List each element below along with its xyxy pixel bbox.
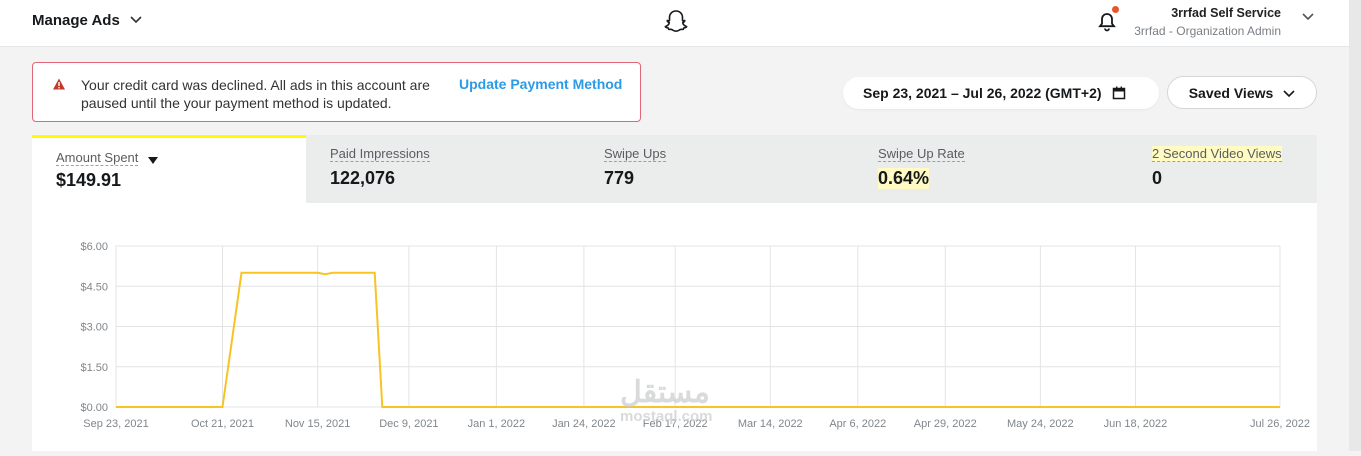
bell-icon[interactable]: [1097, 6, 1119, 33]
y-tick-label: $1.50: [80, 362, 108, 374]
chevron-down-icon: [130, 15, 142, 27]
calendar-icon: [1112, 86, 1126, 100]
x-tick-label: Jun 18, 2022: [1104, 418, 1168, 430]
x-tick-label: Sep 23, 2021: [83, 418, 148, 430]
metric-value: 779: [604, 168, 635, 188]
alert-message: Your credit card was declined. All ads i…: [81, 77, 430, 111]
tab-swipe-ups[interactable]: Swipe Ups 779: [580, 135, 854, 203]
tab-swipe-up-rate[interactable]: Swipe Up Rate 0.64%: [854, 135, 1128, 203]
user-role: 3rrfad - Organization Admin: [1134, 24, 1281, 38]
warning-icon: [52, 77, 66, 91]
saved-views-label: Saved Views: [1188, 84, 1274, 101]
scrollbar[interactable]: [1349, 0, 1361, 451]
snapchat-ghost-icon[interactable]: [662, 8, 690, 36]
metric-label: Amount Spent: [56, 150, 139, 166]
x-tick-label: Jul 26, 2022: [1250, 418, 1310, 430]
x-tick-label: Jan 1, 2022: [468, 418, 526, 430]
x-tick-label: May 24, 2022: [1007, 418, 1074, 430]
x-tick-label: Mar 14, 2022: [738, 418, 803, 430]
metric-label: 2 Second Video Views: [1152, 146, 1282, 162]
user-name: 3rrfad Self Service: [1171, 6, 1281, 20]
saved-views-button[interactable]: Saved Views: [1167, 76, 1317, 109]
chevron-down-icon[interactable]: [1302, 12, 1314, 24]
caret-down-icon[interactable]: [148, 152, 158, 170]
notification-dot: [1112, 6, 1119, 13]
x-tick-label: Oct 21, 2021: [191, 418, 254, 430]
y-tick-label: $3.00: [80, 322, 108, 334]
metric-value: 0.64%: [878, 168, 930, 189]
y-tick-label: $4.50: [80, 281, 108, 293]
y-tick-label: $0.00: [80, 402, 108, 414]
x-tick-label: Jan 24, 2022: [552, 418, 616, 430]
payment-alert: Your credit card was declined. All ads i…: [32, 62, 641, 122]
metric-tabs: Amount Spent $149.91 Paid Impressions 12…: [32, 135, 1317, 203]
app-title: Manage Ads: [32, 12, 120, 29]
metric-label: Paid Impressions: [330, 146, 430, 162]
metric-label: Swipe Up Rate: [878, 146, 965, 162]
date-range-label: Sep 23, 2021 – Jul 26, 2022 (GMT+2): [863, 85, 1102, 101]
x-tick-label: Nov 15, 2021: [285, 418, 350, 430]
x-tick-label: Apr 6, 2022: [829, 418, 886, 430]
x-tick-label: Dec 9, 2021: [379, 418, 438, 430]
date-range-picker[interactable]: Sep 23, 2021 – Jul 26, 2022 (GMT+2): [843, 77, 1159, 109]
metric-value: $149.91: [56, 170, 122, 190]
tab-amount-spent[interactable]: Amount Spent $149.91: [32, 135, 306, 203]
metric-value: 122,076: [330, 168, 396, 188]
tab-2-second-video-views[interactable]: 2 Second Video Views 0: [1128, 135, 1317, 203]
y-tick-label: $6.00: [80, 241, 108, 253]
metric-label: Swipe Ups: [604, 146, 667, 162]
chevron-down-icon: [1283, 85, 1295, 101]
top-bar: Manage Ads 3rrfad Self Service 3rrfad - …: [0, 0, 1349, 47]
tab-paid-impressions[interactable]: Paid Impressions 122,076: [306, 135, 580, 203]
update-payment-link[interactable]: Update Payment Method: [459, 76, 622, 92]
watermark: مستقل mostaql.com: [620, 376, 713, 426]
user-menu[interactable]: 3rrfad Self Service 3rrfad - Organizatio…: [1134, 6, 1281, 38]
x-tick-label: Apr 29, 2022: [914, 418, 977, 430]
metric-value: 0: [1152, 168, 1163, 188]
manage-ads-menu[interactable]: Manage Ads: [32, 12, 142, 29]
